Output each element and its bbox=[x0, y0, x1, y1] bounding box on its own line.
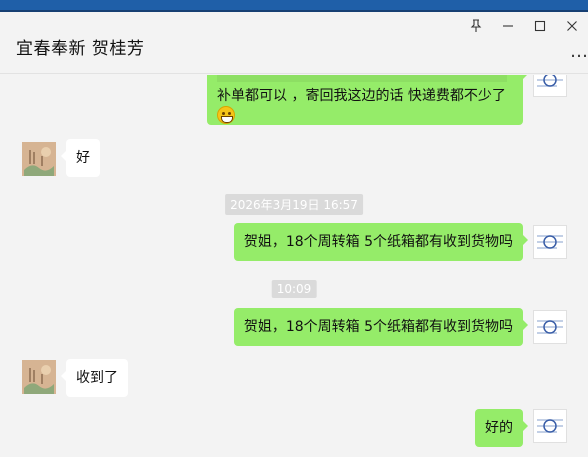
message-bubble-incoming[interactable]: 收到了 bbox=[61, 359, 128, 397]
window-top-accent bbox=[0, 0, 588, 12]
message-text: 补单都可以 ，寄回我这边的话 快递费都不少了 bbox=[217, 88, 506, 104]
pin-icon[interactable] bbox=[460, 16, 492, 36]
grin-emoji-icon bbox=[217, 106, 235, 124]
avatar-self[interactable] bbox=[533, 225, 567, 259]
message-text: 好的 bbox=[485, 420, 513, 436]
avatar-self[interactable] bbox=[533, 310, 567, 344]
more-icon[interactable]: … bbox=[570, 42, 588, 62]
message-bubble-outgoing[interactable]: 贺姐，18个周转箱 5个纸箱都有收到货物吗 bbox=[233, 308, 529, 346]
chat-header: 宜春奉新 贺桂芳 … bbox=[0, 12, 588, 74]
minimize-icon[interactable] bbox=[492, 16, 524, 36]
timestamp: 2026年3月19日 16:57 bbox=[225, 194, 363, 215]
timestamp: 10:09 bbox=[271, 280, 317, 298]
message-list[interactable]: 补单都可以 ，寄回我这边的话 快递费都不少了 好 2026年3月19日 16:5… bbox=[0, 75, 588, 457]
message-bubble-outgoing[interactable]: 补单都可以 ，寄回我这边的话 快递费都不少了 bbox=[207, 75, 528, 125]
message-text: 收到了 bbox=[76, 370, 118, 386]
message-bubble-incoming[interactable]: 好 bbox=[61, 139, 100, 177]
message-text: 贺姐，18个周转箱 5个纸箱都有收到货物吗 bbox=[243, 319, 513, 335]
maximize-icon[interactable] bbox=[524, 16, 556, 36]
chat-title: 宜春奉新 贺桂芳 bbox=[16, 39, 145, 59]
close-icon[interactable] bbox=[556, 16, 588, 36]
avatar-self[interactable] bbox=[533, 409, 567, 443]
message-text-cutoff bbox=[217, 75, 513, 86]
message-bubble-outgoing[interactable]: 贺姐，18个周转箱 5个纸箱都有收到货物吗 bbox=[233, 223, 529, 261]
avatar-contact[interactable] bbox=[22, 360, 56, 394]
avatar-contact[interactable] bbox=[22, 142, 56, 176]
window-controls bbox=[460, 16, 588, 36]
message-bubble-outgoing[interactable]: 好的 bbox=[475, 409, 528, 447]
message-text: 贺姐，18个周转箱 5个纸箱都有收到货物吗 bbox=[243, 234, 513, 250]
message-text: 好 bbox=[76, 150, 90, 166]
avatar-self[interactable] bbox=[533, 75, 567, 97]
